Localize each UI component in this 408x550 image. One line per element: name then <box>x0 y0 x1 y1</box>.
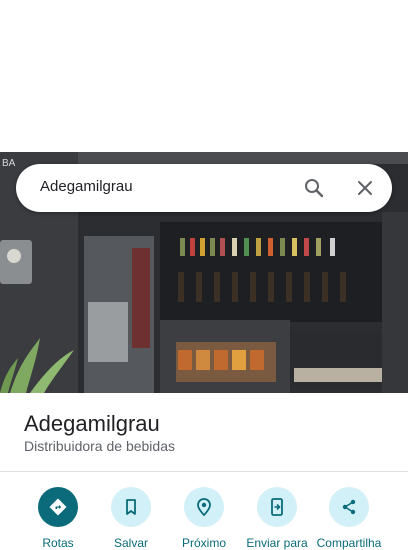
bookmark-icon <box>111 487 151 527</box>
share-label: Compartilha <box>316 536 382 550</box>
nearby-icon <box>184 487 224 527</box>
nearby-button[interactable]: Próximo <box>167 487 241 550</box>
share-button[interactable]: Compartilha <box>312 487 386 550</box>
blank-header <box>0 0 408 152</box>
search-bar[interactable]: Adegamilgrau <box>16 164 392 212</box>
send-to-phone-button[interactable]: Enviar para <box>240 487 314 550</box>
share-icon <box>329 487 369 527</box>
svg-text:BA: BA <box>2 158 16 169</box>
nearby-label: Próximo <box>181 536 226 550</box>
directions-label: Rotas <box>42 536 74 550</box>
search-query[interactable]: Adegamilgrau <box>40 178 133 195</box>
close-icon[interactable] <box>353 176 377 200</box>
send-to-phone-label: Enviar para <box>246 536 308 550</box>
save-button[interactable]: Salvar <box>94 487 168 550</box>
directions-button[interactable]: Rotas <box>21 487 95 550</box>
send-to-phone-icon <box>257 487 297 527</box>
place-info-panel: Adegamilgrau Distribuidora de bebidas Ro… <box>0 393 408 550</box>
place-title: Adegamilgrau <box>24 411 160 436</box>
search-icon[interactable] <box>302 176 326 200</box>
divider <box>0 471 408 472</box>
directions-icon <box>38 487 78 527</box>
save-label: Salvar <box>113 536 148 550</box>
place-category: Distribuidora de bebidas <box>24 438 175 454</box>
